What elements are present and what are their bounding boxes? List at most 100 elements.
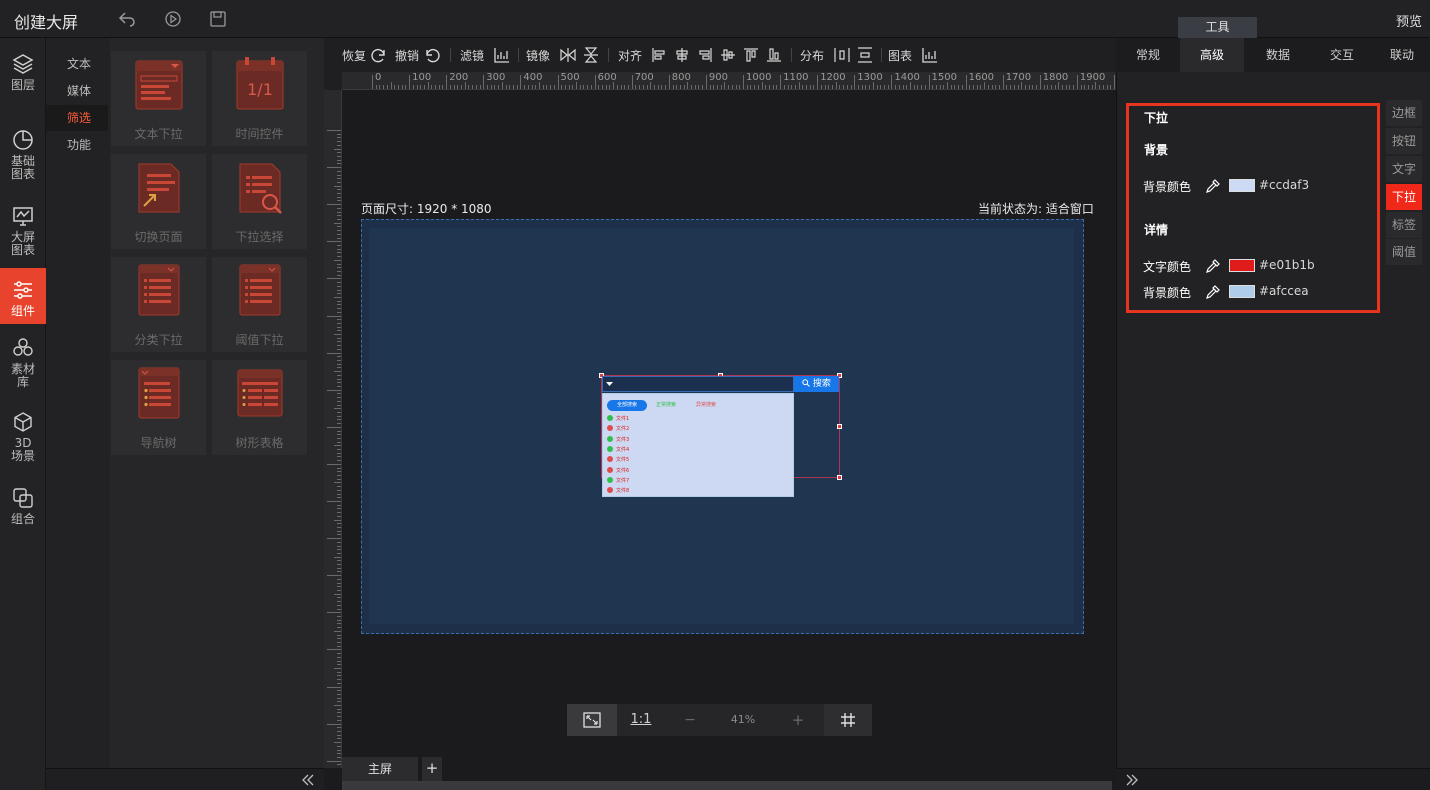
ruler-tick [337, 248, 341, 250]
nav-item-basic-charts[interactable]: 基础图表 [0, 128, 46, 184]
category-filter[interactable]: 筛选 [46, 105, 108, 131]
tools-tab[interactable]: 工具 [1178, 17, 1257, 38]
ruler-tick [337, 582, 341, 584]
play-icon[interactable] [164, 10, 182, 28]
background-color-value[interactable]: #ccdaf3 [1259, 178, 1309, 192]
ruler-tick [950, 85, 952, 89]
category-function[interactable]: 功能 [46, 132, 108, 158]
highlight-box [1126, 103, 1380, 313]
ruler-tick [472, 85, 474, 89]
resize-handle[interactable] [837, 475, 842, 480]
filter-chart-icon[interactable] [493, 46, 511, 64]
widget-row[interactable]: 文件6 [607, 466, 629, 475]
category-text[interactable]: 文本 [46, 51, 108, 77]
widget-row[interactable]: 文件4 [607, 445, 629, 454]
subtab-threshold[interactable]: 阈值 [1386, 239, 1422, 265]
distribute-vertical-icon[interactable] [856, 46, 874, 64]
distribute-horizontal-icon[interactable] [833, 46, 851, 64]
ruler-tick [337, 671, 341, 673]
screen-tab-main[interactable]: 主屏 [342, 757, 418, 781]
nav-item-assets[interactable]: 素材库 [0, 336, 46, 392]
subtab-text[interactable]: 文字 [1386, 156, 1422, 182]
widget-pill-normal[interactable]: 正常搜索 [651, 400, 681, 411]
widget-dropdown-select[interactable] [602, 376, 794, 392]
ruler-tick [337, 571, 341, 573]
redo-button[interactable]: 恢复 [342, 47, 366, 64]
redo-icon[interactable] [370, 46, 388, 64]
ruler-tick [334, 593, 341, 595]
nav-item-3d-scene[interactable]: 3D场景 [0, 410, 46, 466]
ruler-tick [776, 85, 778, 89]
subtab-label[interactable]: 标签 [1386, 212, 1422, 238]
eyedropper-icon[interactable] [1205, 284, 1221, 300]
horizontal-scrollbar[interactable] [342, 781, 1112, 790]
ruler-tick [850, 85, 852, 89]
align-middle-icon[interactable] [719, 46, 737, 64]
preview-button[interactable]: 预览 [1396, 11, 1422, 30]
tab-linkage[interactable]: 联动 [1374, 38, 1430, 72]
zoom-in-button[interactable]: + [783, 704, 813, 736]
widget-row[interactable]: 文件8 [607, 487, 629, 495]
category-media[interactable]: 媒体 [46, 78, 108, 104]
filter-button[interactable]: 滤镜 [460, 47, 484, 64]
widget-row-text: 文件1 [616, 416, 630, 422]
ruler-tick [337, 211, 341, 213]
align-right-icon[interactable] [696, 46, 714, 64]
fit-window-button[interactable] [567, 704, 617, 736]
undo-button[interactable]: 撤销 [395, 47, 419, 64]
subtab-border[interactable]: 边框 [1386, 100, 1422, 126]
nav-item-layers[interactable]: 图层 [0, 52, 46, 100]
distribute-button[interactable]: 分布 [800, 47, 824, 64]
chart-button[interactable]: 图表 [888, 47, 912, 64]
ruler-tick [665, 85, 667, 89]
ruler-tick [550, 85, 552, 89]
widget-row[interactable]: 文件1 [607, 415, 629, 423]
resize-handle[interactable] [837, 424, 842, 429]
nav-item-components[interactable]: 组件 [0, 268, 46, 324]
ruler-tick [943, 85, 945, 89]
tab-data[interactable]: 数据 [1246, 38, 1310, 72]
eyedropper-icon[interactable] [1205, 178, 1221, 194]
mirror-button[interactable]: 镜像 [526, 47, 550, 64]
widget-search-button[interactable]: 搜索 [794, 376, 839, 392]
text-color-value[interactable]: #e01b1b [1259, 258, 1315, 272]
double-chevron-left-icon[interactable] [300, 772, 316, 788]
details-bg-color-swatch[interactable] [1229, 285, 1255, 298]
save-icon[interactable] [209, 10, 227, 28]
undo-arrow-icon[interactable] [423, 46, 441, 64]
actual-size-button[interactable]: 1:1 [619, 704, 663, 736]
widget-pill-all[interactable]: 全部搜索 [607, 400, 647, 411]
widget-row[interactable]: 文件2 [607, 425, 629, 433]
align-bottom-icon[interactable] [765, 46, 783, 64]
eyedropper-icon[interactable] [1205, 258, 1221, 274]
double-chevron-right-icon[interactable] [1124, 772, 1140, 788]
add-screen-button[interactable]: + [422, 757, 442, 781]
undo-icon[interactable] [118, 10, 136, 28]
mirror-vertical-icon[interactable] [582, 46, 600, 64]
ruler-tick [917, 85, 919, 89]
widget-row[interactable]: 文件5 [607, 456, 629, 464]
align-center-icon[interactable] [673, 46, 691, 64]
text-color-swatch[interactable] [1229, 259, 1255, 272]
details-bg-color-label: 背景颜色 [1143, 286, 1192, 300]
chart-icon[interactable] [921, 46, 939, 64]
subtab-button[interactable]: 按钮 [1386, 128, 1422, 154]
tab-general[interactable]: 常规 [1116, 38, 1180, 72]
mirror-horizontal-icon[interactable] [559, 46, 577, 64]
tab-interaction[interactable]: 交互 [1310, 38, 1374, 72]
subtab-dropdown[interactable]: 下拉 [1386, 184, 1422, 210]
background-color-swatch[interactable] [1229, 179, 1255, 192]
tab-advanced[interactable]: 高级 [1180, 38, 1244, 72]
widget-row[interactable]: 文件7 [607, 476, 629, 485]
align-top-icon[interactable] [742, 46, 760, 64]
zoom-out-button[interactable]: − [675, 704, 705, 736]
details-bg-color-value[interactable]: #afccea [1259, 284, 1309, 298]
widget-pill-abnormal[interactable]: 异常搜索 [691, 400, 721, 411]
nav-item-combine[interactable]: 组合 [0, 486, 46, 534]
grid-toggle-button[interactable] [824, 704, 872, 736]
align-left-icon[interactable] [650, 46, 668, 64]
ruler-tick [557, 75, 559, 89]
align-button[interactable]: 对齐 [618, 47, 642, 64]
widget-row[interactable]: 文件3 [607, 435, 629, 444]
nav-item-screen-charts[interactable]: 大屏图表 [0, 204, 46, 260]
